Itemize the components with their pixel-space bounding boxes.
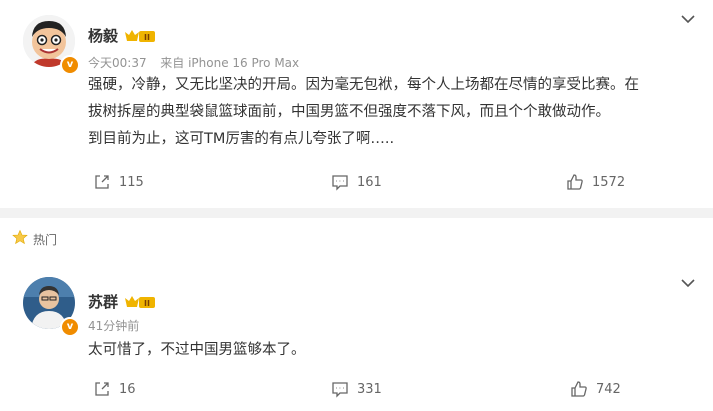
content-line: 拔树拆屋的典型袋鼠篮球面前，中国男篮不但强度不落下风，而且个个敢做动作。	[88, 104, 610, 120]
comment-button[interactable]: 331	[331, 380, 382, 398]
post-time[interactable]: 41分钟前	[88, 319, 139, 333]
verified-badge: v	[60, 55, 80, 75]
post-content: 强硬，冷静，又无比坚决的开局。因为毫无包袱，每个人上场都在尽情的享受比赛。在 拔…	[88, 72, 698, 153]
comment-icon	[331, 380, 349, 398]
username[interactable]: 杨毅	[88, 25, 118, 46]
like-button[interactable]: 1572	[566, 173, 625, 191]
post-source: 来自 iPhone 16 Pro Max	[160, 56, 300, 70]
post-content: 太可惜了，不过中国男篮够本了。	[88, 337, 698, 364]
content-line: 到目前为止，这可TM厉害的有点儿夸张了啊…..	[88, 131, 395, 147]
svg-text:II: II	[144, 33, 150, 42]
like-count: 742	[596, 381, 621, 397]
hot-label: 热门	[33, 232, 58, 247]
username[interactable]: 苏群	[88, 291, 118, 312]
like-button[interactable]: 742	[570, 380, 621, 398]
share-count: 115	[119, 174, 144, 190]
post-header: 苏群 II	[88, 291, 156, 312]
post-header: 杨毅 II	[88, 25, 156, 46]
post-meta: 41分钟前	[88, 317, 139, 334]
verified-badge: v	[60, 317, 80, 337]
comment-count: 161	[357, 174, 382, 190]
content-line: 强硬，冷静，又无比坚决的开局。因为毫无包袱，每个人上场都在尽情的享受比赛。在	[88, 77, 639, 93]
weibo-post-2: v 苏群 II 41分钟前 太可惜了，不过中国男篮够本了。 16 331 742	[0, 255, 713, 411]
level-badge: II	[124, 28, 156, 44]
like-icon	[570, 380, 588, 398]
comment-button[interactable]: 161	[331, 173, 382, 191]
comment-icon	[331, 173, 349, 191]
post-meta: 今天00:37 来自 iPhone 16 Pro Max	[88, 54, 299, 71]
share-button[interactable]: 16	[93, 380, 136, 398]
chevron-down-icon[interactable]	[680, 11, 696, 27]
star-icon	[12, 229, 28, 249]
share-icon	[93, 173, 111, 191]
like-count: 1572	[592, 174, 626, 190]
like-icon	[566, 173, 584, 191]
comment-count: 331	[357, 381, 382, 397]
share-count: 16	[119, 381, 136, 397]
share-icon	[93, 380, 111, 398]
content-line: 太可惜了，不过中国男篮够本了。	[88, 342, 306, 358]
level-badge: II	[124, 294, 156, 310]
post-time[interactable]: 今天00:37	[88, 56, 147, 70]
svg-text:II: II	[144, 299, 150, 308]
weibo-post-1: v 杨毅 II 今天00:37 来自 iPhone 16 Pro Max 强硬，…	[0, 0, 713, 205]
hot-section-header: 热门	[12, 229, 57, 249]
section-divider	[0, 208, 713, 218]
chevron-down-icon[interactable]	[680, 275, 696, 291]
share-button[interactable]: 115	[93, 173, 144, 191]
